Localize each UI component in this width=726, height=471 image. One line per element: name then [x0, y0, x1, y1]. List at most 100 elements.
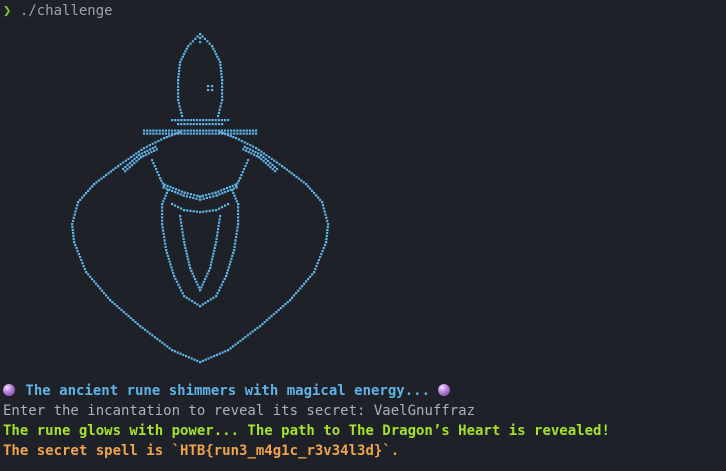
- art-dot: [187, 261, 190, 264]
- art-dot: [224, 204, 227, 207]
- art-dot: [177, 89, 180, 92]
- art-dot: [184, 50, 187, 53]
- art-dot: [143, 151, 146, 154]
- art-dot: [186, 209, 189, 212]
- art-dot: [158, 129, 161, 132]
- art-dot: [233, 132, 236, 135]
- art-dot: [171, 349, 174, 352]
- art-dot: [215, 237, 218, 240]
- terminal-window[interactable]: ❯ ./challenge The ancient rune shimmers …: [0, 0, 726, 471]
- art-dot: [89, 275, 92, 278]
- art-dot: [177, 79, 180, 82]
- art-dot: [286, 301, 289, 304]
- art-dot: [192, 196, 195, 200]
- art-dot: [236, 132, 239, 135]
- art-dot: [174, 119, 177, 122]
- art-dot: [93, 280, 96, 283]
- art-dot: [173, 275, 176, 278]
- art-dot: [276, 167, 279, 171]
- art-dot: [199, 37, 202, 40]
- art-dot: [220, 119, 223, 122]
- crystal-ball-icon: [438, 384, 451, 396]
- command-line: ❯ ./challenge: [3, 1, 113, 21]
- art-dot: [161, 341, 164, 344]
- art-dot: [201, 359, 204, 362]
- art-dot: [305, 183, 308, 186]
- art-dot: [152, 162, 155, 165]
- art-dot: [201, 35, 204, 38]
- art-dot: [309, 275, 312, 278]
- art-dot: [205, 132, 208, 135]
- art-dot: [208, 193, 211, 196]
- art-dot: [274, 170, 277, 173]
- art-dot: [319, 256, 322, 259]
- art-dot: [168, 135, 171, 138]
- art-dot: [180, 111, 183, 114]
- art-dot: [187, 356, 190, 359]
- art-dot: [151, 159, 154, 162]
- art-dot: [242, 148, 245, 151]
- art-dot: [327, 223, 330, 226]
- art-dot: [218, 108, 221, 111]
- art-dot: [174, 277, 177, 281]
- art-dot: [179, 61, 182, 64]
- art-dot: [222, 280, 225, 283]
- art-dot: [177, 73, 180, 76]
- art-dot: [218, 193, 221, 196]
- art-dot: [165, 249, 168, 252]
- art-dot: [177, 85, 180, 88]
- art-dot: [167, 129, 171, 132]
- art-dot: [180, 289, 183, 292]
- art-dot: [219, 215, 222, 218]
- art-dot: [185, 296, 188, 299]
- art-dot: [279, 307, 282, 310]
- art-dot: [173, 191, 177, 194]
- art-dot: [322, 247, 325, 250]
- art-dot: [187, 258, 190, 261]
- art-dot: [219, 105, 222, 108]
- art-dot: [161, 129, 164, 132]
- art-dot: [211, 132, 214, 135]
- art-dot: [97, 285, 100, 288]
- art-dot: [199, 198, 202, 201]
- art-dot: [99, 287, 102, 290]
- art-dot: [255, 132, 258, 135]
- art-dot: [258, 156, 261, 159]
- art-dot: [210, 261, 213, 264]
- art-dot: [97, 179, 100, 182]
- art-dot: [143, 132, 146, 135]
- art-dot: [180, 221, 183, 224]
- art-dot: [264, 162, 268, 165]
- art-dot: [216, 55, 219, 58]
- art-dot: [193, 301, 196, 304]
- art-dot: [214, 119, 217, 122]
- art-dot: [268, 156, 271, 159]
- art-dot: [237, 206, 240, 209]
- art-dot: [217, 119, 220, 122]
- art-dot: [254, 151, 257, 154]
- art-dot: [221, 89, 224, 92]
- art-dot: [198, 195, 201, 198]
- art-dot: [213, 355, 216, 358]
- art-dot: [181, 115, 184, 118]
- art-dot: [204, 301, 207, 304]
- art-dot: [180, 224, 183, 227]
- art-dot: [221, 192, 224, 195]
- art-dot: [224, 133, 227, 136]
- art-dot: [211, 258, 214, 261]
- art-dot: [180, 119, 183, 122]
- art-dot: [128, 166, 131, 169]
- art-dot: [124, 159, 127, 162]
- art-dot: [109, 299, 112, 302]
- art-dot: [177, 92, 180, 95]
- art-dot: [139, 325, 142, 328]
- art-dot: [208, 119, 211, 122]
- art-dot: [221, 99, 224, 102]
- art-dot: [71, 226, 74, 229]
- art-dot: [227, 349, 230, 352]
- art-dot: [165, 191, 168, 194]
- art-dot: [191, 40, 194, 43]
- art-dot: [115, 305, 119, 308]
- art-dot: [321, 250, 324, 253]
- art-dot: [177, 95, 180, 98]
